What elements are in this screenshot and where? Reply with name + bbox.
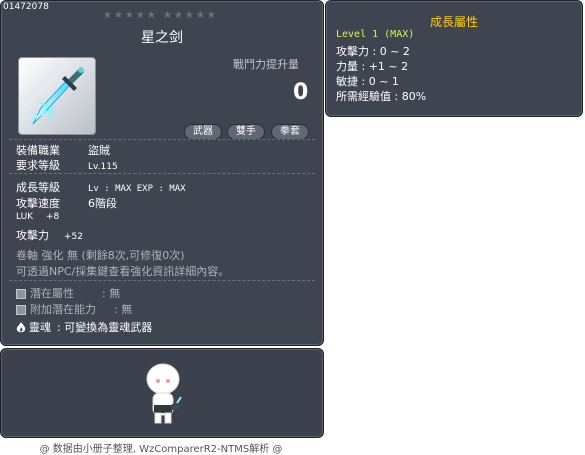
tag-weapon: 武器 (184, 124, 222, 140)
bonus-potential-bullet-icon (16, 305, 26, 315)
job-label: 裝備職業 (16, 144, 60, 157)
growth-level-row: 成長等級 Lv : MAX EXP : MAX (16, 179, 186, 195)
required-level-label: 要求等級 (16, 159, 60, 172)
job-row: 裝備職業 盜賊 (16, 142, 110, 158)
sword-icon (28, 67, 84, 125)
item-icon-frame (18, 57, 96, 135)
growth-stat-line: 所需經驗值 : 80% (336, 90, 427, 103)
luk-label: LUK (16, 212, 34, 222)
growth-level-line: Level 1 (MAX) (336, 29, 415, 40)
enhance-hint-text: 可透過NPC/採集鍵查看強化資訊詳細內容。 (16, 265, 230, 278)
growth-stat-line: 力量 : +1 ~ 2 (336, 60, 409, 73)
soul-value: : 可變換為靈魂武器 (57, 321, 153, 334)
growth-stat-line: 敏捷 : 0 ~ 1 (336, 75, 399, 88)
item-id: 01472078 (3, 2, 49, 12)
divider (9, 173, 315, 174)
attack-power-change-value: 0 (293, 80, 309, 105)
attack-value: +52 (64, 232, 83, 242)
tag-two-handed: 雙手 (227, 124, 265, 140)
divider (9, 139, 315, 140)
tag-knuckle: 拳套 (271, 124, 309, 140)
growth-stats-title: 成長屬性 (429, 15, 478, 29)
required-level-row: 要求等級 Lv.115 (16, 157, 118, 173)
soul-flame-icon (16, 322, 26, 333)
character-avatar (146, 363, 182, 424)
divider (9, 280, 315, 281)
growth-level-label: 成長等級 (16, 181, 60, 194)
footer-credit: @ 数据由小册子整理, WzComparerR2-NTMS解析 @ (39, 444, 283, 455)
potential-value: : 無 (102, 287, 121, 300)
potential-row: 潛在屬性 : 無 (16, 285, 120, 301)
attack-speed-value: 6階段 (88, 197, 117, 210)
job-value: 盜賊 (88, 144, 110, 157)
scroll-upgrade-text: 卷軸 強化 無 (剩餘8次,可修復0次) (16, 249, 185, 262)
soul-row: 靈魂 : 可變換為靈魂武器 (16, 319, 152, 335)
star-force-stars: ★★★★★ ★★★★★ (103, 10, 218, 21)
attack-speed-label: 攻擊速度 (16, 197, 60, 210)
bonus-potential-value: : 無 (114, 303, 133, 316)
item-name: 星之剑 (141, 30, 183, 46)
soul-label: 靈魂 (29, 321, 51, 334)
potential-bullet-icon (16, 289, 26, 299)
growth-level-value: Lv : MAX EXP : MAX (88, 184, 186, 194)
potential-label: 潛在屬性 (30, 287, 74, 300)
luk-value: +8 (46, 212, 60, 222)
attack-power-change-label: 戰鬥力提升量 (233, 58, 299, 71)
growth-stat-line: 攻擊力 : 0 ~ 2 (336, 45, 410, 58)
luk-row: LUK +8 (16, 212, 59, 222)
bonus-potential-row: 附加潛在能力 : 無 (16, 301, 132, 317)
item-tooltip-panel: 01472078 ★★★★★ ★★★★★ 星之剑 戰鬥力提升量 0 武器 雙手 … (0, 0, 324, 346)
required-level-value: Lv.115 (88, 162, 118, 172)
attack-label: 攻擊力 (16, 229, 49, 242)
avatar-preview-panel (0, 348, 324, 438)
bonus-potential-label: 附加潛在能力 (30, 303, 96, 316)
attack-row: 攻擊力 +52 (16, 227, 83, 243)
attack-speed-row: 攻擊速度 6階段 (16, 195, 117, 211)
growth-stats-panel: 成長屬性 Level 1 (MAX) 攻擊力 : 0 ~ 2 力量 : +1 ~… (325, 0, 583, 117)
